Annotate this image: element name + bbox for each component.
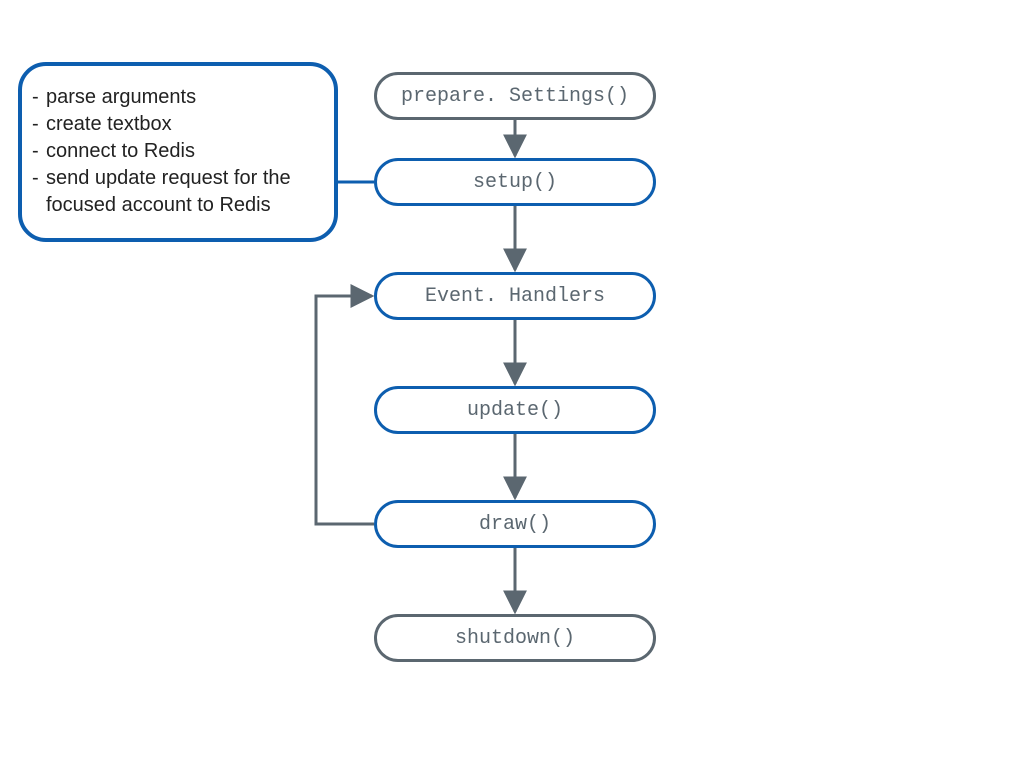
bullet-dash-icon: - bbox=[32, 111, 46, 138]
node-shutdown: shutdown() bbox=[374, 614, 656, 662]
node-label: prepare. Settings() bbox=[401, 85, 629, 108]
setup-description-box: - parse arguments - create textbox - con… bbox=[18, 62, 338, 242]
node-label: Event. Handlers bbox=[425, 285, 605, 308]
list-item-label: parse arguments bbox=[46, 84, 318, 111]
node-draw: draw() bbox=[374, 500, 656, 548]
bullet-dash-icon: - bbox=[32, 165, 46, 219]
node-event-handlers: Event. Handlers bbox=[374, 272, 656, 320]
node-setup: setup() bbox=[374, 158, 656, 206]
node-label: setup() bbox=[473, 171, 557, 194]
list-item: - parse arguments bbox=[32, 84, 318, 111]
list-item: - connect to Redis bbox=[32, 138, 318, 165]
list-item: - send update request for the focused ac… bbox=[32, 165, 318, 219]
list-item: - create textbox bbox=[32, 111, 318, 138]
node-label: shutdown() bbox=[455, 627, 575, 650]
node-update: update() bbox=[374, 386, 656, 434]
node-label: update() bbox=[467, 399, 563, 422]
list-item-label: create textbox bbox=[46, 111, 318, 138]
node-prepare-settings: prepare. Settings() bbox=[374, 72, 656, 120]
bullet-dash-icon: - bbox=[32, 138, 46, 165]
bullet-dash-icon: - bbox=[32, 84, 46, 111]
node-label: draw() bbox=[479, 513, 551, 536]
list-item-label: send update request for the focused acco… bbox=[46, 165, 318, 219]
list-item-label: connect to Redis bbox=[46, 138, 318, 165]
